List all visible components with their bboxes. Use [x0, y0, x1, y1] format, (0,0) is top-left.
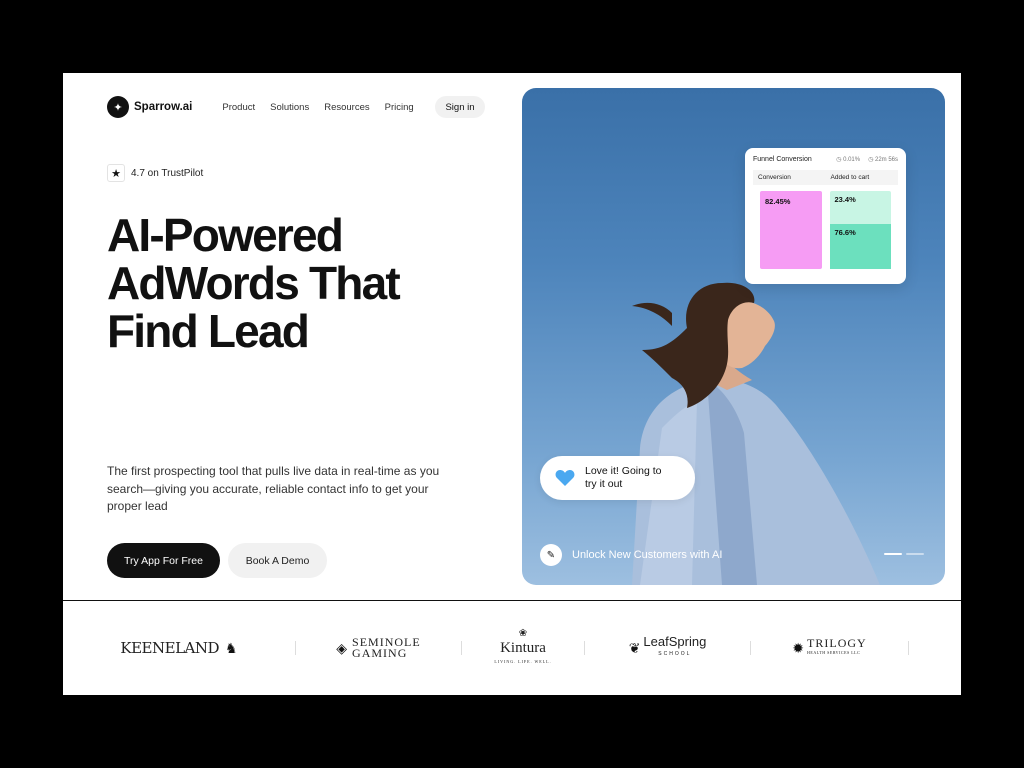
carousel-dot-1[interactable] — [884, 553, 902, 555]
funnel-meta-rate-value: 0.01% — [843, 157, 861, 163]
nav-link-product[interactable]: Product — [222, 102, 255, 113]
trilogy-tagline: HEALTH SERVICES LLC — [807, 650, 861, 655]
brand-name[interactable]: Sparrow.ai — [134, 101, 192, 113]
heart-icon — [555, 470, 575, 486]
leafspring-tagline: SCHOOL — [658, 651, 692, 657]
star-icon: ★ — [107, 164, 125, 182]
headline-line-2: AdWords That — [107, 257, 401, 309]
funnel-meta-time-value: 22m 56s — [874, 157, 898, 163]
lotus-icon: ❀ — [518, 628, 528, 639]
funnel-meta-time: ◷ 22m 56s — [868, 157, 898, 163]
headline-line-3: Find Lead — [107, 305, 310, 357]
hero-caption: Unlock New Customers with AI — [572, 549, 723, 561]
leaf-icon: ❦ — [628, 639, 641, 656]
magic-wand-icon[interactable]: ✎ — [540, 544, 562, 566]
diamond-icon: ◈ — [336, 639, 348, 656]
hero-description: The first prospecting tool that pulls li… — [107, 464, 440, 513]
sign-in-button[interactable]: Sign in — [435, 96, 485, 118]
added-top-label: 23.4% — [834, 195, 856, 204]
nav-links: Product Solutions Resources Pricing — [222, 102, 413, 113]
funnel-col-conversion: Conversion — [758, 174, 791, 181]
logo-separator — [908, 641, 909, 655]
testimonial-bubble: Love it! Going to try it out — [540, 456, 695, 500]
funnel-conversion-card: Funnel Conversion ◷ 0.01% ◷ 22m 56s Conv… — [745, 148, 906, 284]
brand-logo-icon[interactable]: ✦ — [107, 96, 129, 118]
bubble-text: Love it! Going to try it out — [585, 465, 662, 490]
logo-kintura: ❀ Kintura LIVING. LIFE. WELL. — [462, 627, 584, 669]
funnel-title: Funnel Conversion — [753, 156, 812, 163]
book-demo-button[interactable]: Book A Demo — [228, 543, 327, 578]
added-to-cart-bar: 23.4% 76.6% — [829, 191, 891, 269]
horse-rider-icon: ♞ — [225, 639, 238, 656]
keeneland-wordmark: KEENELAND — [120, 639, 220, 657]
page-title: AI-Powered AdWords That Find Lead — [107, 211, 487, 355]
conversion-bar-label: 82.45% — [765, 197, 791, 206]
try-app-button[interactable]: Try App For Free — [107, 543, 220, 578]
trustpilot-rating: ★ 4.7 on TrustPilot — [107, 164, 203, 182]
conversion-bar: 82.45% — [760, 191, 822, 269]
nav-link-pricing[interactable]: Pricing — [385, 102, 414, 113]
headline-line-1: AI-Powered — [107, 209, 344, 261]
seminole-line-2: GAMING — [352, 646, 408, 660]
kintura-tagline: LIVING. LIFE. WELL. — [494, 659, 552, 664]
nav-link-solutions[interactable]: Solutions — [270, 102, 309, 113]
added-bottom-label: 76.6% — [834, 228, 856, 237]
leafspring-wordmark: LeafSpring — [643, 634, 707, 649]
landing-page: ✦ Sparrow.ai Product Solutions Resources… — [63, 73, 961, 695]
nav-link-resources[interactable]: Resources — [324, 102, 369, 113]
hero-footer: ✎ Unlock New Customers with AI — [540, 544, 722, 566]
hero-image: Funnel Conversion ◷ 0.01% ◷ 22m 56s Conv… — [522, 88, 945, 585]
carousel-dot-2[interactable] — [906, 553, 924, 555]
carousel-dots — [884, 553, 924, 555]
top-nav: ✦ Sparrow.ai Product Solutions Resources… — [107, 95, 487, 119]
kintura-wordmark: Kintura — [500, 640, 546, 656]
logo-keeneland: KEENELAND ♞ — [63, 639, 295, 657]
funnel-col-added-to-cart: Added to cart — [830, 174, 870, 181]
logo-leafspring: ❦ LeafSpring SCHOOL — [585, 634, 750, 660]
rating-text: 4.7 on TrustPilot — [131, 167, 204, 179]
sunburst-icon: ✹ — [792, 639, 805, 656]
logo-seminole: ◈ SEMINOLE GAMING — [296, 636, 461, 660]
logo-trilogy: ✹ TRILOGY HEALTH SERVICES LLC — [751, 637, 908, 658]
client-logos: KEENELAND ♞ ◈ SEMINOLE GAMING ❀ Kintura … — [63, 601, 961, 695]
funnel-meta-rate: ◷ 0.01% — [836, 157, 861, 163]
